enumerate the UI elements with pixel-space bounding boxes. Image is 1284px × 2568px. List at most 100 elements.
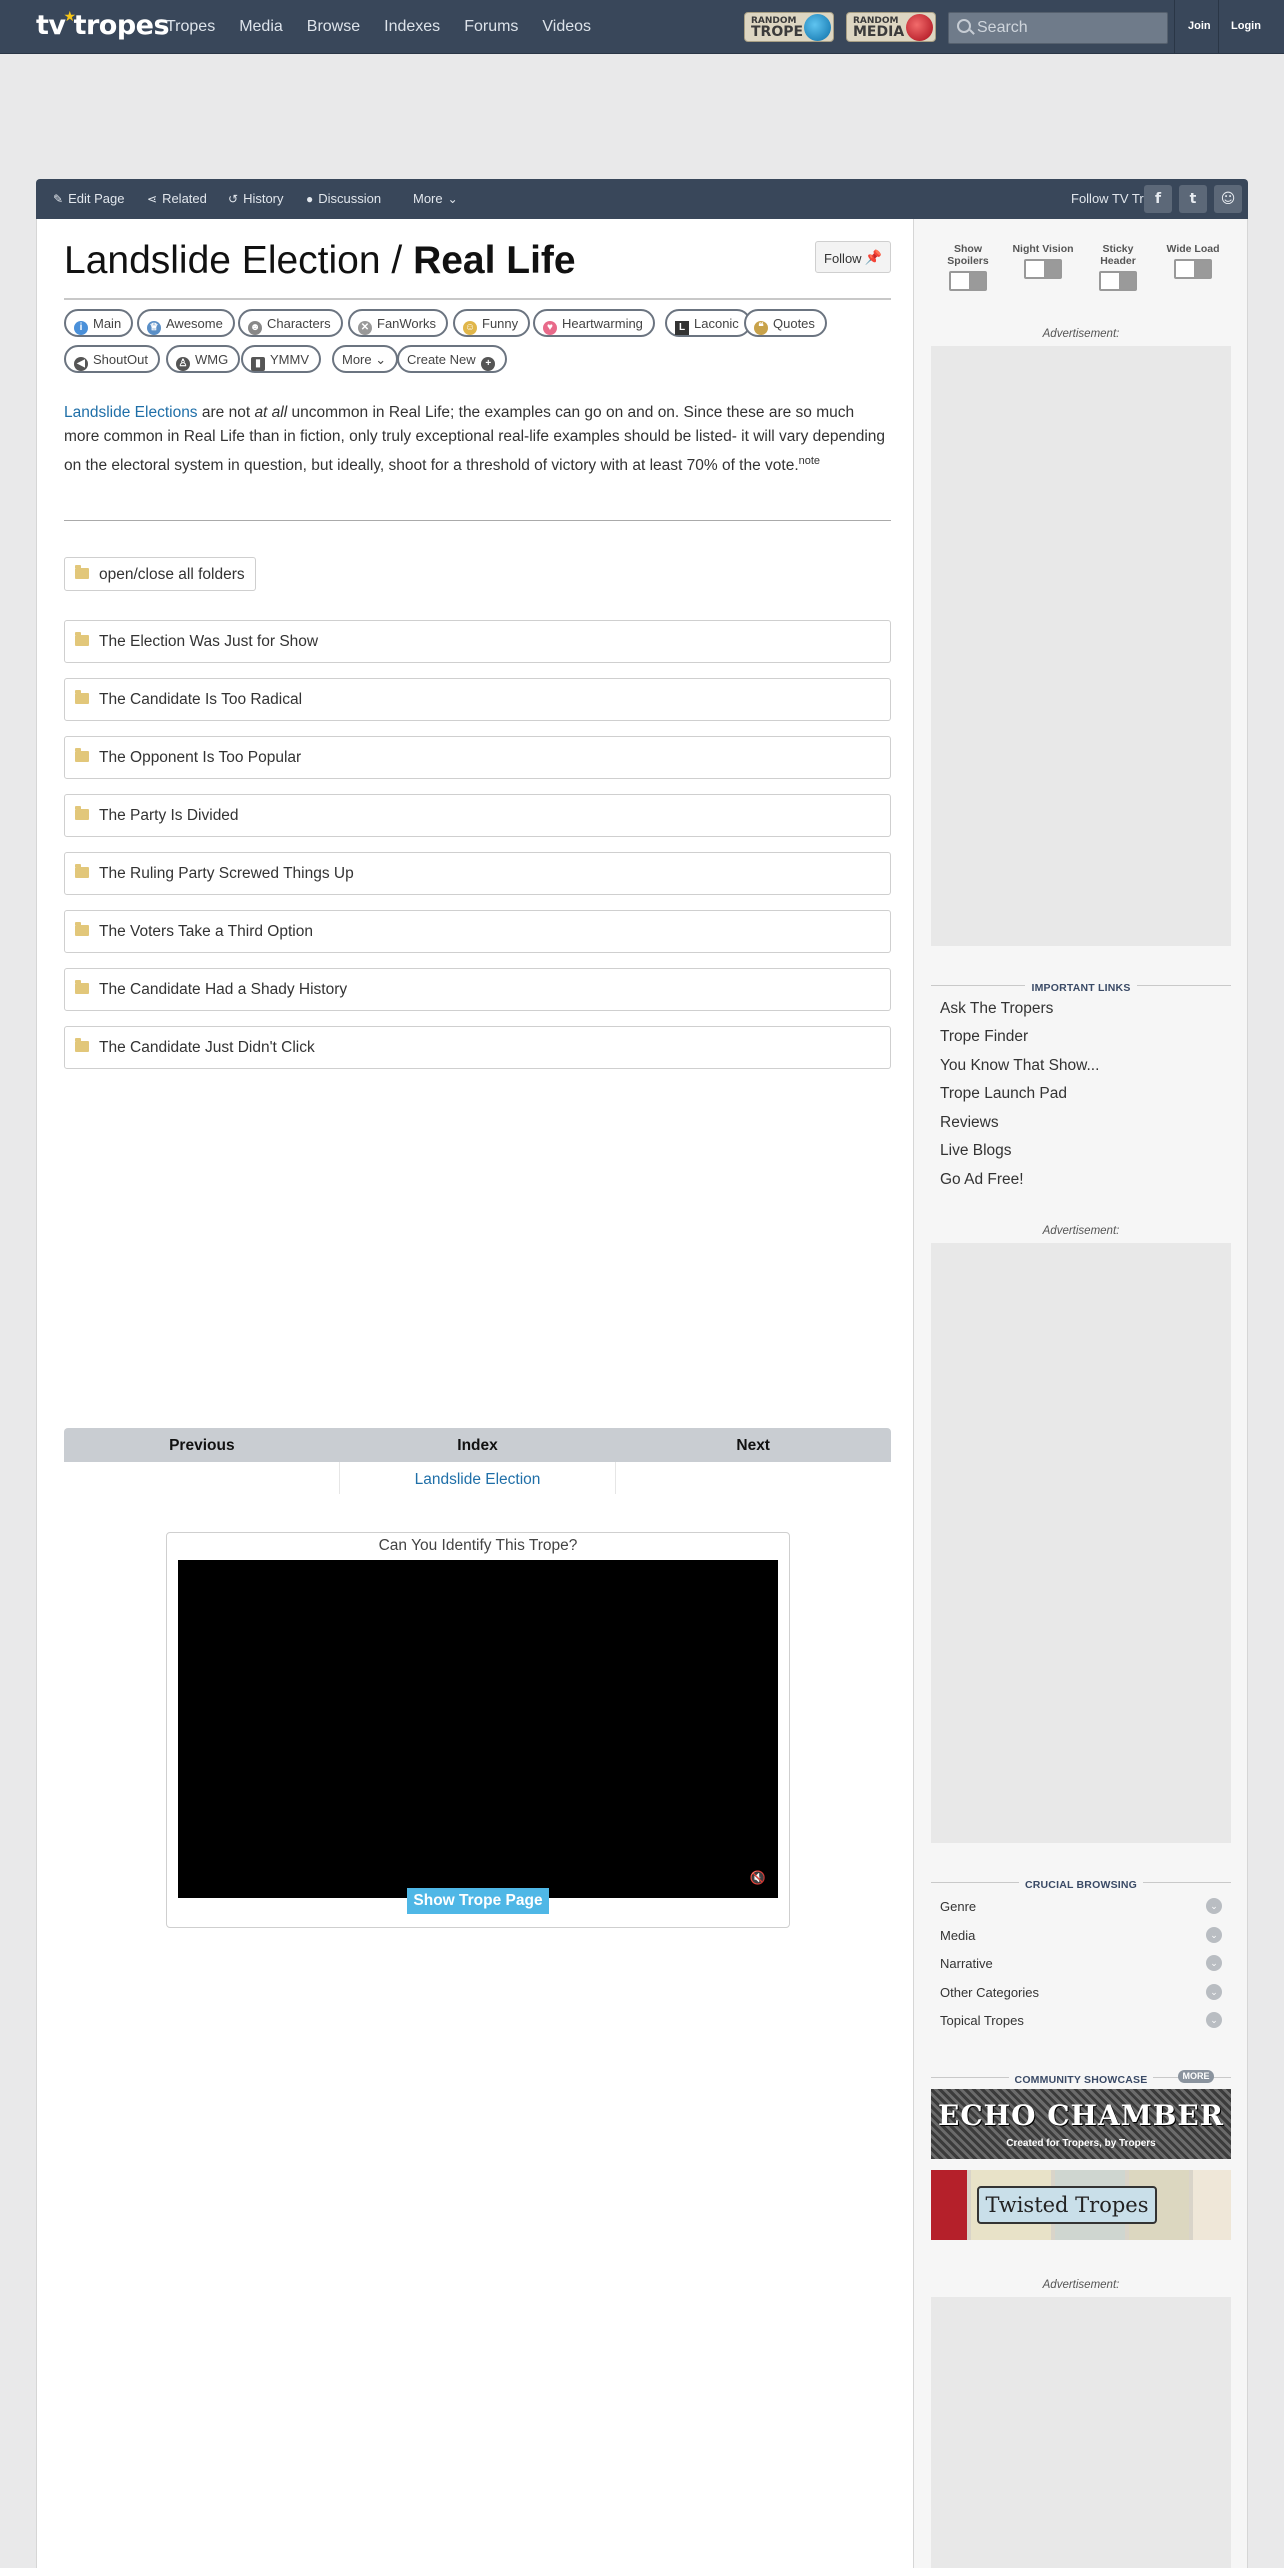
edit-page-button[interactable]: ✎ Edit Page <box>53 191 124 206</box>
related-button[interactable]: ⋖ Related <box>147 191 207 206</box>
pager-next-cell <box>616 1462 891 1494</box>
nav-videos[interactable]: Videos <box>530 18 603 36</box>
create-new-button[interactable]: Create New + <box>397 345 508 373</box>
related-label: Related <box>162 191 207 206</box>
link-trope-finder[interactable]: Trope Finder <box>940 1028 1028 1046</box>
join-link[interactable]: Join <box>1188 20 1211 32</box>
pager-previous-cell <box>64 1462 340 1494</box>
tab-funny[interactable]: ☺ Funny <box>453 309 531 337</box>
folder-label: The Ruling Party Screwed Things Up <box>99 865 354 882</box>
more-actions-button[interactable]: More ⌄ <box>413 191 458 206</box>
tab-wmg[interactable]: ♙ WMG <box>166 345 241 373</box>
random-media-label: RANDOM MEDIA <box>853 16 905 40</box>
link-go-ad-free[interactable]: Go Ad Free! <box>940 1171 1024 1189</box>
show-trope-page-button[interactable]: Show Trope Page <box>407 1888 549 1914</box>
login-link[interactable]: Login <box>1231 20 1261 32</box>
open-close-all-folders-button[interactable]: open/close all folders <box>64 557 256 591</box>
toggle-switch[interactable] <box>949 271 987 291</box>
search-icon <box>957 19 971 33</box>
browse-topical-tropes[interactable]: Topical Tropes ⌄ <box>940 2012 1222 2028</box>
tab-laconic[interactable]: L Laconic <box>665 309 751 337</box>
twitter-icon[interactable]: t <box>1179 185 1207 213</box>
share-icon: ⋖ <box>147 191 158 206</box>
link-trope-launch-pad[interactable]: Trope Launch Pad <box>940 1085 1067 1103</box>
history-button[interactable]: ↺ History <box>228 191 284 206</box>
toggle-night-vision[interactable]: Night Vision <box>1012 243 1074 279</box>
note-link[interactable]: note <box>799 455 820 467</box>
mute-icon[interactable]: 🔇 <box>750 1871 766 1886</box>
discussion-button[interactable]: ● Discussion <box>306 191 381 206</box>
toggle-switch[interactable] <box>1174 259 1212 279</box>
nav-tropes[interactable]: Tropes <box>154 18 227 36</box>
random-media-button[interactable]: RANDOM MEDIA <box>846 12 936 42</box>
discussion-label: Discussion <box>318 191 382 206</box>
link-live-blogs[interactable]: Live Blogs <box>940 1142 1012 1160</box>
toggle-switch[interactable] <box>1024 259 1062 279</box>
tab-more-dropdown[interactable]: More ⌄ <box>332 345 399 373</box>
link-you-know-that-show[interactable]: You Know That Show... <box>940 1057 1099 1075</box>
page-action-bar: ✎ Edit Page ⋖ Related ↺ History ● Discussion… <box>36 179 1248 219</box>
nav-divider <box>1174 0 1175 54</box>
toggle-switch[interactable] <box>1099 271 1137 291</box>
toggle-show-spoilers[interactable]: Show Spoilers <box>937 243 999 291</box>
tab-ymmv[interactable]: ▮ YMMV <box>241 345 321 373</box>
browse-genre[interactable]: Genre ⌄ <box>940 1898 1222 1914</box>
tab-fanworks[interactable]: ✕ FanWorks <box>348 309 448 337</box>
browse-narrative[interactable]: Narrative ⌄ <box>940 1955 1222 1971</box>
info-icon: i <box>74 321 88 335</box>
folder-candidate-too-radical[interactable]: The Candidate Is Too Radical <box>64 678 891 721</box>
link-reviews[interactable]: Reviews <box>940 1114 999 1132</box>
reddit-icon[interactable]: ☺ <box>1214 185 1242 213</box>
tab-shoutout[interactable]: ◀ ShoutOut <box>64 345 160 373</box>
tab-quotes[interactable]: ❝ Quotes <box>744 309 827 337</box>
folder-party-divided[interactable]: The Party Is Divided <box>64 794 891 837</box>
plus-icon: + <box>481 357 496 371</box>
folder-candidate-shady-history[interactable]: The Candidate Had a Shady History <box>64 968 891 1011</box>
browse-other-categories[interactable]: Other Categories ⌄ <box>940 1984 1222 2000</box>
fuel-icon: ▮ <box>251 357 265 371</box>
laconic-icon: L <box>675 321 689 335</box>
folder-label: The Opponent Is Too Popular <box>99 749 302 766</box>
folder-voters-third-option[interactable]: The Voters Take a Third Option <box>64 910 891 953</box>
chevron-down-icon: ⌄ <box>1206 1955 1222 1971</box>
pager-index-link[interactable]: Landslide Election <box>340 1462 616 1494</box>
folder-election-just-for-show[interactable]: The Election Was Just for Show <box>64 620 891 663</box>
browse-media[interactable]: Media ⌄ <box>940 1927 1222 1943</box>
landslide-elections-link[interactable]: Landslide Elections <box>64 404 198 421</box>
edit-page-label: Edit Page <box>68 191 125 206</box>
chevron-down-icon: ⌄ <box>1206 2012 1222 2028</box>
random-trope-button[interactable]: RANDOM TROPE <box>744 12 834 42</box>
tab-characters[interactable]: ☻ Characters <box>238 309 343 337</box>
folder-label: The Candidate Had a Shady History <box>99 981 348 998</box>
search-input[interactable] <box>977 16 1162 40</box>
ad-label: Advertisement: <box>1042 1225 1120 1237</box>
nav-media[interactable]: Media <box>227 18 295 36</box>
toggle-wide-load[interactable]: Wide Load <box>1162 243 1224 279</box>
toggle-sticky-header[interactable]: Sticky Header <box>1087 243 1149 291</box>
trope-video-player[interactable]: 🔇 <box>178 1560 778 1898</box>
nav-browse[interactable]: Browse <box>295 18 372 36</box>
tab-main[interactable]: i Main <box>64 309 134 337</box>
star-icon: ★ <box>63 9 77 25</box>
folder-opponent-too-popular[interactable]: The Opponent Is Too Popular <box>64 736 891 779</box>
site-logo[interactable]: tv★tropes <box>36 9 170 41</box>
echo-chamber-banner[interactable]: ECHO CHAMBER Created for Tropers, by Tro… <box>931 2089 1231 2159</box>
folder-ruling-party-screwed-up[interactable]: The Ruling Party Screwed Things Up <box>64 852 891 895</box>
follow-page-button[interactable]: Follow 📌 <box>815 241 891 273</box>
ad-slot <box>931 2297 1231 2568</box>
main-content: Landslide Election / Real Life Follow 📌 i… <box>36 219 914 2568</box>
folder-icon <box>75 922 89 936</box>
tab-awesome[interactable]: ♕ Awesome <box>137 309 235 337</box>
twisted-tropes-banner[interactable]: Twisted Tropes <box>931 2170 1231 2240</box>
folder-candidate-didnt-click[interactable]: The Candidate Just Didn't Click <box>64 1026 891 1069</box>
facebook-icon[interactable]: f <box>1144 185 1172 213</box>
more-badge[interactable]: MORE <box>1178 2070 1214 2083</box>
echo-subtitle: Created for Tropers, by Tropers <box>1006 2138 1156 2149</box>
nav-indexes[interactable]: Indexes <box>372 18 452 36</box>
tab-heartwarming[interactable]: ♥ Heartwarming <box>533 309 655 337</box>
important-links-header: IMPORTANT LINKS <box>931 978 1231 994</box>
link-ask-the-tropers[interactable]: Ask The Tropers <box>940 1000 1053 1018</box>
folder-icon <box>75 980 89 994</box>
nav-forums[interactable]: Forums <box>452 18 530 36</box>
tools-icon: ✕ <box>358 321 372 335</box>
